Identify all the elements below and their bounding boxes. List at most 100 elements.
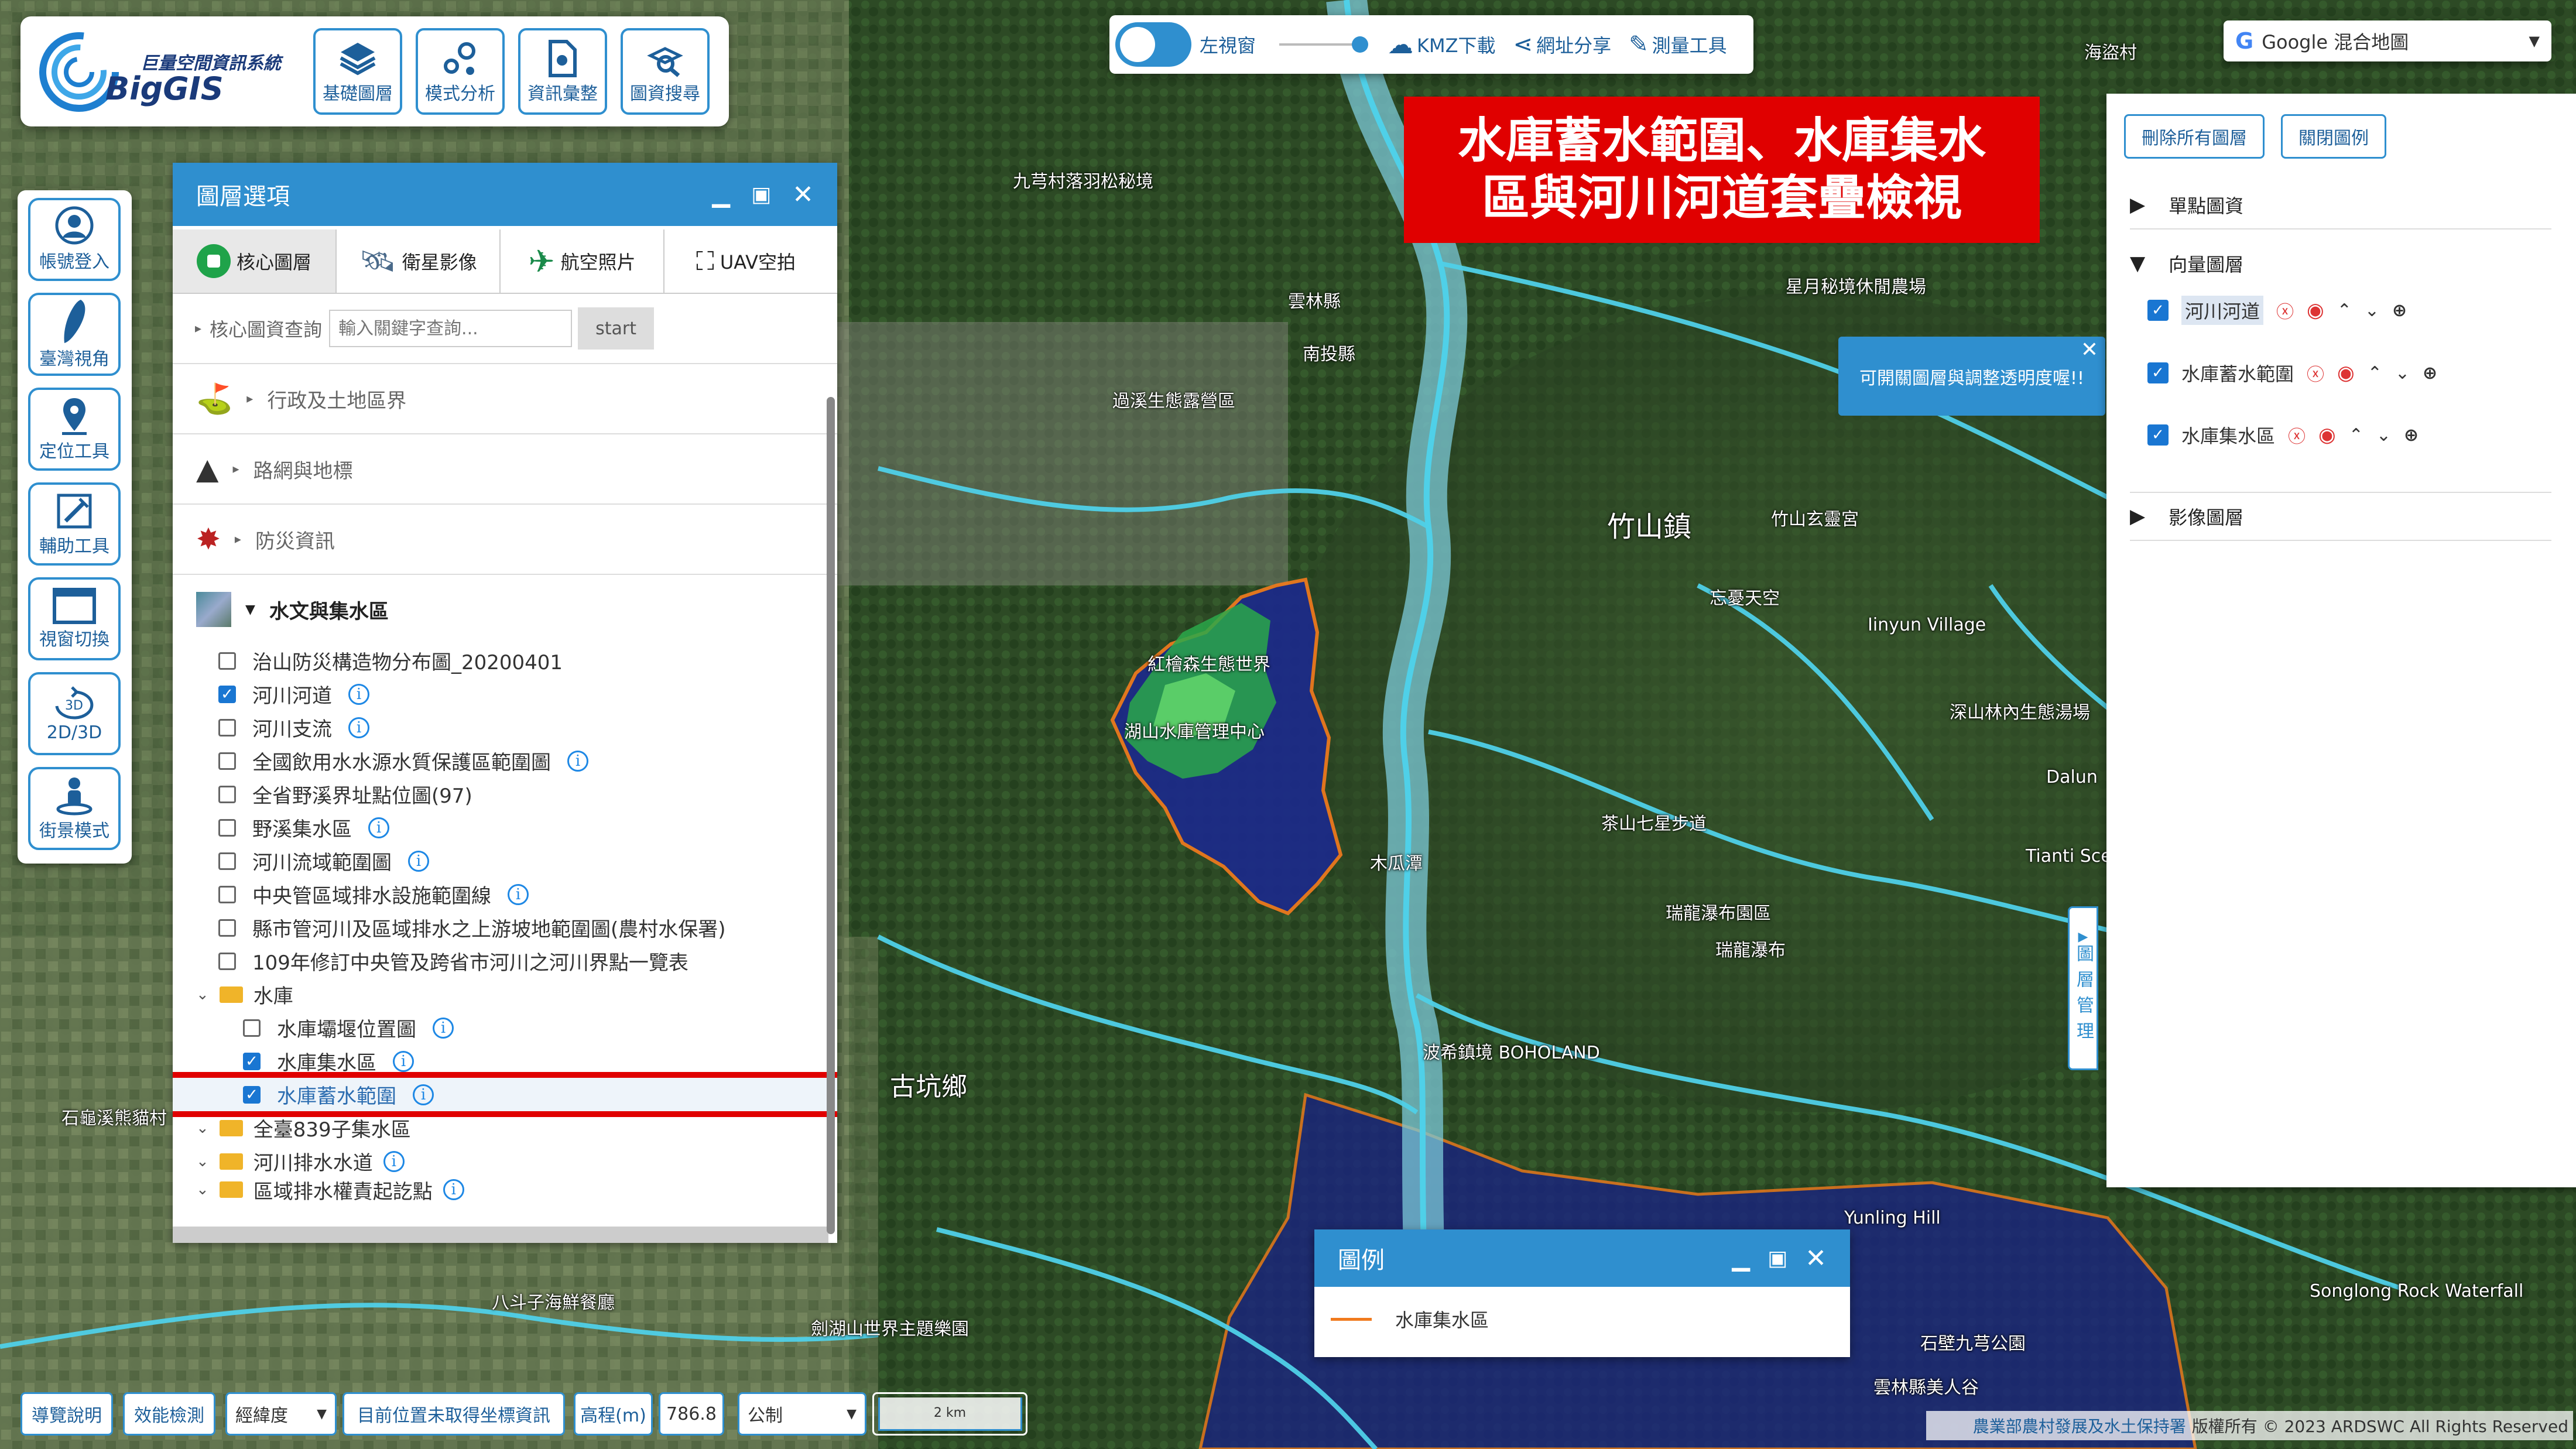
checkbox-checked[interactable]: ✓ bbox=[2147, 362, 2169, 383]
info-icon[interactable]: i bbox=[368, 817, 389, 838]
checkbox[interactable] bbox=[218, 785, 236, 803]
remove-all-layers-button[interactable]: 刪除所有圖層 bbox=[2124, 114, 2265, 159]
close-icon[interactable]: ✕ bbox=[1805, 1244, 1827, 1273]
folder-subcatchment[interactable]: ⌄ 全臺839子集水區 bbox=[173, 1111, 837, 1145]
checkbox[interactable] bbox=[218, 919, 236, 937]
layer-item[interactable]: ✓ 河川河道 i bbox=[218, 677, 837, 711]
unit-select[interactable]: 公制 ▼ bbox=[738, 1392, 866, 1436]
biggis-logo[interactable]: 巨量空間資訊系統 BigGIS bbox=[35, 28, 299, 116]
coordinate-type-select[interactable]: 經緯度 ▼ bbox=[225, 1392, 337, 1436]
info-icon[interactable]: i bbox=[443, 1179, 464, 1200]
2d-3d-toggle-button[interactable]: 3D 2D/3D bbox=[28, 672, 121, 755]
checkbox[interactable] bbox=[218, 885, 236, 903]
core-search-input[interactable] bbox=[329, 310, 573, 347]
checkbox-checked[interactable]: ✓ bbox=[243, 1085, 261, 1104]
layer-item-highlighted[interactable]: ✓ 水庫蓄水範圍 i bbox=[173, 1072, 837, 1117]
checkbox-checked[interactable]: ✓ bbox=[2147, 424, 2169, 446]
guide-button[interactable]: 導覽說明 bbox=[20, 1392, 113, 1436]
performance-check-button[interactable]: 效能檢測 bbox=[123, 1392, 215, 1436]
group-vector-layers[interactable]: ▼ 向量圖層 bbox=[2130, 243, 2551, 284]
opacity-icon[interactable]: ◉ bbox=[2337, 361, 2355, 385]
vertical-scrollbar[interactable] bbox=[827, 397, 835, 1234]
layer-item[interactable]: 中央管區域排水設施範圍線 i bbox=[218, 878, 837, 911]
vector-layer-row[interactable]: ✓ 水庫蓄水範圍 ⓧ ◉ ⌃ ⌄ ⊕ bbox=[2147, 352, 2437, 393]
remove-layer-icon[interactable]: ⓧ bbox=[2307, 360, 2324, 386]
checkbox[interactable] bbox=[218, 718, 236, 737]
section-disaster-info[interactable]: ✸ ▸ 防災資訊 bbox=[173, 505, 837, 575]
section-hydrology[interactable]: ▼ 水文與集水區 bbox=[173, 575, 837, 644]
move-down-icon[interactable]: ⌄ bbox=[2395, 363, 2410, 383]
info-icon[interactable]: i bbox=[413, 1084, 434, 1105]
opacity-icon[interactable]: ◉ bbox=[2318, 423, 2336, 447]
move-up-icon[interactable]: ⌃ bbox=[2337, 300, 2352, 321]
layer-manager-side-tab[interactable]: ▶ 圖層管理 bbox=[2068, 906, 2098, 1070]
vector-layer-row[interactable]: ✓ 水庫集水區 ⓧ ◉ ⌃ ⌄ ⊕ bbox=[2147, 415, 2419, 455]
checkbox[interactable] bbox=[218, 818, 236, 837]
horizontal-scrollbar[interactable] bbox=[173, 1227, 828, 1243]
tab-uav[interactable]: ⛶ UAV空拍 bbox=[664, 229, 827, 293]
group-point-data[interactable]: ▶ 單點圖資 bbox=[2130, 181, 2551, 229]
layer-item[interactable]: 全省野溪界址點位圖(97) bbox=[218, 777, 837, 811]
kmz-download-button[interactable]: KMZ下載 bbox=[1417, 31, 1496, 58]
copyright-agency[interactable]: 農業部農村發展及水土保持署 bbox=[1973, 1414, 2186, 1437]
layer-item[interactable]: 治山防災構造物分布圖_20200401 bbox=[218, 644, 837, 677]
url-share-button[interactable]: 網址分享 bbox=[1536, 31, 1611, 58]
minimize-icon[interactable]: ▁ bbox=[712, 181, 730, 208]
folder-drainage[interactable]: ⌄ 河川排水水道 i bbox=[173, 1145, 837, 1178]
add-icon[interactable]: ⊕ bbox=[2392, 300, 2407, 321]
remove-layer-icon[interactable]: ⓧ bbox=[2288, 422, 2306, 448]
info-icon[interactable]: i bbox=[348, 683, 369, 705]
remove-layer-icon[interactable]: ⓧ bbox=[2276, 297, 2294, 323]
close-legend-button[interactable]: 關閉圖例 bbox=[2281, 114, 2386, 159]
checkbox[interactable] bbox=[218, 852, 236, 870]
opacity-slider[interactable] bbox=[1279, 36, 1369, 53]
checkbox[interactable] bbox=[243, 1019, 261, 1037]
street-view-button[interactable]: 街景模式 bbox=[28, 767, 121, 850]
checkbox-checked[interactable]: ✓ bbox=[218, 685, 236, 703]
top-tool-map-search[interactable]: 圖資搜尋 bbox=[621, 28, 710, 115]
checkbox-checked[interactable]: ✓ bbox=[2147, 300, 2169, 321]
info-icon[interactable]: i bbox=[508, 883, 529, 905]
search-start-button[interactable]: start bbox=[578, 307, 655, 350]
taiwan-view-button[interactable]: 臺灣視角 bbox=[28, 293, 121, 376]
section-road-landmark[interactable]: ▲ ▸ 路網與地標 bbox=[173, 434, 837, 505]
left-window-toggle[interactable] bbox=[1115, 22, 1191, 67]
checkbox-checked[interactable]: ✓ bbox=[243, 1052, 261, 1070]
move-up-icon[interactable]: ⌃ bbox=[2368, 363, 2382, 383]
locate-tool-button[interactable]: 定位工具 bbox=[28, 388, 121, 471]
vector-layer-row[interactable]: ✓ 河川河道 ⓧ ◉ ⌃ ⌄ ⊕ bbox=[2147, 290, 2407, 331]
info-icon[interactable]: i bbox=[393, 1050, 414, 1072]
tab-core-layers[interactable]: 核心圖層 bbox=[173, 229, 337, 293]
top-tool-info-summary[interactable]: 資訊彙整 bbox=[518, 28, 607, 115]
folder-regional-drainage[interactable]: ⌄ 區域排水權責起訖點 i bbox=[173, 1178, 837, 1201]
add-icon[interactable]: ⊕ bbox=[2423, 363, 2437, 383]
top-tool-basic-layers[interactable]: 基礎圖層 bbox=[313, 28, 402, 115]
measure-tool-button[interactable]: 測量工具 bbox=[1652, 31, 1727, 58]
layer-item[interactable]: 河川支流 i bbox=[218, 711, 837, 744]
info-icon[interactable]: i bbox=[433, 1017, 454, 1039]
layer-item[interactable]: 縣市管河川及區域排水之上游坡地範圍圖(農村水保署) bbox=[218, 911, 837, 944]
layer-item[interactable]: 全國飲用水水源水質保護區範圍圖 i bbox=[218, 744, 837, 777]
checkbox[interactable] bbox=[218, 952, 236, 970]
tab-aerial-photo[interactable]: ✈ 航空照片 bbox=[501, 229, 664, 293]
info-icon[interactable]: i bbox=[348, 717, 369, 738]
move-down-icon[interactable]: ⌄ bbox=[2376, 425, 2391, 446]
checkbox[interactable] bbox=[218, 752, 236, 770]
layer-item[interactable]: 109年修訂中央管及跨省市河川之河川界點一覽表 bbox=[218, 944, 837, 978]
add-icon[interactable]: ⊕ bbox=[2404, 425, 2419, 446]
layer-item[interactable]: 河川流域範圍圖 i bbox=[218, 844, 837, 878]
tab-satellite[interactable]: 🛰 衛星影像 bbox=[337, 229, 501, 293]
maximize-icon[interactable]: ▣ bbox=[1767, 1246, 1787, 1270]
group-image-layers[interactable]: ▶ 影像圖層 bbox=[2130, 492, 2551, 541]
info-icon[interactable]: i bbox=[408, 850, 429, 872]
checkbox[interactable] bbox=[218, 652, 236, 670]
opacity-icon[interactable]: ◉ bbox=[2307, 299, 2324, 322]
minimize-icon[interactable]: ▁ bbox=[1732, 1245, 1750, 1272]
move-down-icon[interactable]: ⌄ bbox=[2365, 300, 2379, 321]
reservoir-folder[interactable]: ⌄ 水庫 bbox=[173, 978, 837, 1011]
basemap-select[interactable]: G Google 混合地圖 ▼ bbox=[2224, 20, 2551, 61]
info-icon[interactable]: i bbox=[567, 750, 588, 772]
section-admin-boundary[interactable]: ⛳ ▸ 行政及土地區界 bbox=[173, 364, 837, 434]
maximize-icon[interactable]: ▣ bbox=[751, 183, 771, 207]
account-login-button[interactable]: 帳號登入 bbox=[28, 198, 121, 281]
